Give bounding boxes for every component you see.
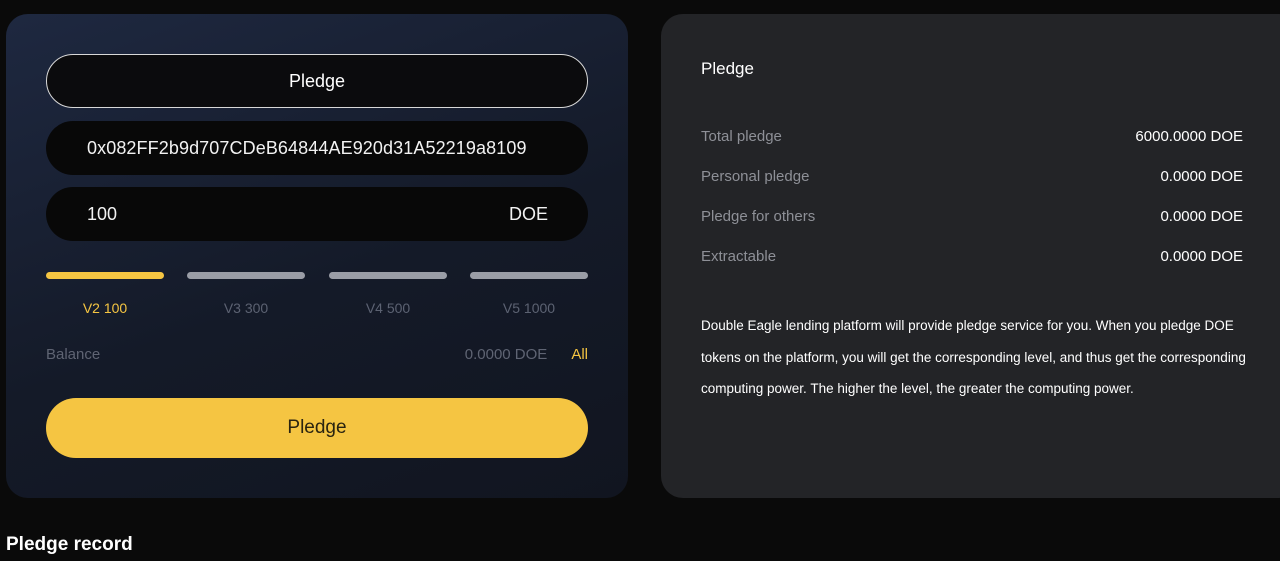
level-label: V5 1000 [502, 300, 556, 316]
pledge-form-card: Pledge 0x082FF2b9d707CDeB64844AE920d31A5… [6, 14, 628, 498]
amount-unit: DOE [508, 203, 548, 224]
stat-row-extractable: Extractable 0.0000 DOE [701, 246, 1243, 266]
amount-input[interactable] [87, 203, 387, 225]
pledge-submit-button[interactable]: Pledge [46, 398, 588, 458]
stat-value: 0.0000 DOE [1160, 247, 1243, 265]
balance-row: Balance 0.0000 DOE All [46, 344, 588, 364]
pledge-mode-label: Pledge [288, 70, 346, 91]
wallet-address: 0x082FF2b9d707CDeB64844AE920d31A52219a81… [87, 137, 527, 158]
info-title: Pledge [701, 59, 754, 78]
stat-value: 6000.0000 DOE [1135, 127, 1243, 145]
stat-label: Pledge for others [701, 207, 816, 225]
stat-label: Extractable [701, 247, 777, 265]
stat-row-pledge-for-others: Pledge for others 0.0000 DOE [701, 206, 1243, 226]
level-label: V3 300 [223, 300, 269, 316]
level-option-v2[interactable]: V2 100 [46, 272, 164, 316]
balance-value: 0.0000 DOE [464, 345, 548, 363]
pledge-description: Double Eagle lending platform will provi… [701, 318, 1246, 396]
level-label: V4 500 [365, 300, 411, 316]
pledge-mode-button[interactable]: Pledge [46, 54, 588, 108]
pledge-info-card: Pledge Total pledge 6000.0000 DOE Person… [661, 14, 1280, 498]
stat-label: Personal pledge [701, 167, 810, 185]
level-bar [329, 272, 447, 279]
level-bar [187, 272, 305, 279]
stat-value: 0.0000 DOE [1160, 167, 1243, 185]
stat-value: 0.0000 DOE [1160, 207, 1243, 225]
stat-label: Total pledge [701, 127, 782, 145]
level-option-v3[interactable]: V3 300 [187, 272, 305, 316]
all-button[interactable]: All [571, 346, 588, 363]
pledge-page: Pledge 0x082FF2b9d707CDeB64844AE920d31A5… [0, 0, 1280, 561]
level-option-v5[interactable]: V5 1000 [470, 272, 588, 316]
pledge-record-heading: Pledge record [6, 534, 133, 555]
level-bar [470, 272, 588, 279]
stat-row-total-pledge: Total pledge 6000.0000 DOE [701, 126, 1243, 146]
level-option-v4[interactable]: V4 500 [329, 272, 447, 316]
level-bar [46, 272, 164, 279]
level-selector: V2 100 V3 300 V4 500 V5 1000 [46, 272, 588, 322]
balance-label: Balance [46, 345, 101, 363]
stat-row-personal-pledge: Personal pledge 0.0000 DOE [701, 166, 1243, 186]
wallet-address-field: 0x082FF2b9d707CDeB64844AE920d31A52219a81… [46, 121, 588, 175]
amount-field: DOE [46, 187, 588, 241]
level-label: V2 100 [82, 300, 128, 316]
